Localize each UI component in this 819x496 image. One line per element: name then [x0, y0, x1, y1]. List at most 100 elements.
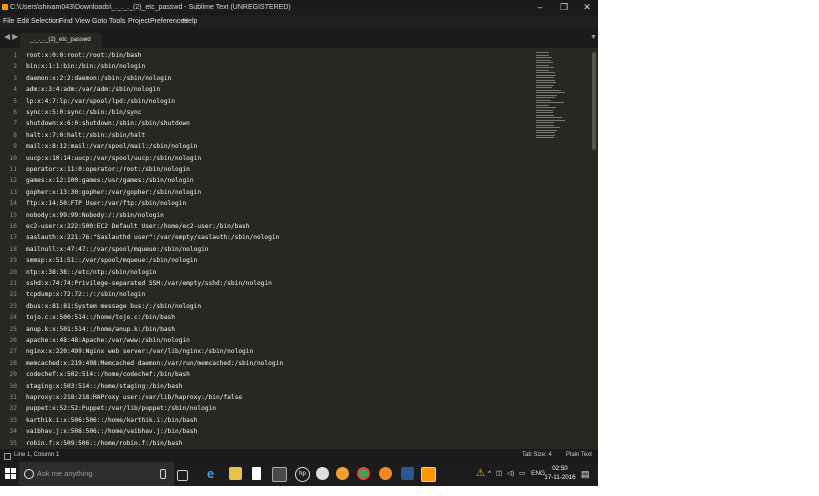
minimap-line [536, 67, 554, 68]
close-button[interactable]: ✕ [576, 0, 598, 15]
minimap-line [536, 69, 549, 71]
code-line[interactable]: nginx:x:220:499:Nginx web server:/var/li… [26, 346, 253, 357]
windows-start-icon[interactable] [5, 468, 17, 480]
code-line[interactable]: haproxy:x:218:218:HAProxy user:/var/lib/… [26, 392, 242, 403]
minimap[interactable] [532, 49, 590, 449]
line-number: 35 [9, 439, 17, 447]
code-line[interactable]: games:x:12:100:games:/usr/games:/sbin/no… [26, 175, 194, 186]
system-clock[interactable]: 02:50 17-11-2016 [543, 465, 577, 482]
menu-goto[interactable]: Goto [92, 15, 107, 28]
code-line[interactable]: smmsp:x:51:51::/var/spool/mqueue:/sbin/n… [26, 255, 197, 266]
code-line[interactable]: anup.k:x:501:514::/home/anup.k:/bin/bash [26, 324, 175, 335]
tab-dropdown-icon[interactable]: ▼ [590, 34, 597, 41]
code-line[interactable]: ftp:x:14:50:FTP User:/var/ftp:/sbin/nolo… [26, 198, 186, 209]
hp-icon[interactable]: hp [295, 467, 310, 482]
minimap-line [536, 64, 549, 66]
line-number: 12 [9, 177, 17, 185]
code-line[interactable]: ec2-user:x:222:500:EC2 Default User:/hom… [26, 221, 250, 232]
code-line[interactable]: lp:x:4:7:lp:/var/spool/lpd:/sbin/nologin [26, 96, 175, 107]
minimap-line [536, 127, 560, 128]
code-line[interactable]: mail:x:8:12:mail:/var/spool/mail:/sbin/n… [26, 141, 197, 152]
battery-icon[interactable]: ▭ [519, 462, 525, 486]
code-line[interactable]: uucp:x:10:14:uucp:/var/spool/uucp:/sbin/… [26, 153, 201, 164]
code-line[interactable]: tojo.c:x:500:514::/home/tojo.c:/bin/bash [26, 312, 175, 323]
tab-nav-arrows-icon[interactable]: ◀▶ [4, 32, 20, 41]
code-line[interactable]: tcpdump:x:72:72::/:/sbin/nologin [26, 289, 145, 300]
code-line[interactable]: memcached:x:219:498:Memcached daemon:/va… [26, 358, 283, 369]
vlc-icon[interactable] [336, 467, 349, 480]
panel-toggle-icon[interactable] [4, 453, 11, 460]
minimap-line [536, 77, 554, 78]
minimap-line [536, 109, 553, 111]
code-line[interactable]: puppet:x:52:52:Puppet:/var/lib/puppet:/s… [26, 403, 216, 414]
action-center-icon[interactable]: ▤ [581, 462, 590, 486]
code-line[interactable]: adm:x:3:4:adm:/var/adm:/sbin/nologin [26, 84, 160, 95]
code-line[interactable]: daemon:x:2:2:daemon:/sbin:/sbin/nologin [26, 73, 171, 84]
syntax-indicator[interactable]: Plain Text [566, 449, 592, 462]
code-line[interactable]: karthik.i:x:506:506::/home/karthik.i:/bi… [26, 415, 197, 426]
chrome-icon[interactable] [357, 467, 370, 480]
store-icon[interactable] [252, 467, 261, 480]
code-line[interactable]: nobody:x:99:99:Nobody:/:/sbin/nologin [26, 210, 164, 221]
warning-icon[interactable]: ⚠ [476, 462, 485, 486]
minimap-line [536, 79, 555, 81]
minimize-button[interactable]: – [529, 0, 551, 15]
minimap-line [536, 92, 565, 93]
code-line[interactable]: apache:x:48:48:Apache:/var/www:/sbin/nol… [26, 335, 190, 346]
code-line[interactable]: codechef:x:502:514::/home/codechef:/bin/… [26, 369, 190, 380]
code-line[interactable]: robin.f:x:509:506::/home/robin.f:/bin/ba… [26, 438, 182, 449]
line-number: 20 [9, 268, 17, 276]
task-view-icon[interactable] [177, 470, 188, 481]
file-explorer-icon[interactable] [229, 467, 242, 480]
code-line[interactable]: shutdown:x:6:0:shutdown:/sbin:/sbin/shut… [26, 118, 190, 129]
menu-file[interactable]: File [3, 15, 14, 28]
menu-help[interactable]: Help [183, 15, 197, 28]
code-line[interactable]: sync:x:5:0:sync:/sbin:/bin/sync [26, 107, 141, 118]
code-line[interactable]: staging:x:503:514::/home/staging:/bin/ba… [26, 381, 182, 392]
firefox-icon[interactable] [379, 467, 392, 480]
code-line[interactable]: vaibhav.j:x:508:506::/home/vaibhav.j:/bi… [26, 426, 197, 437]
line-number: 2 [13, 63, 17, 71]
app-tile-icon[interactable] [272, 467, 287, 482]
code-line[interactable]: bin:x:1:1:bin:/bin:/sbin/nologin [26, 61, 145, 72]
menu-view[interactable]: View [75, 15, 90, 28]
tab-etc-passwd[interactable]: _._._._(2)_etc_passwd × [20, 33, 102, 48]
media-app-icon[interactable] [316, 467, 329, 480]
menu-edit[interactable]: Edit [17, 15, 29, 28]
code-line[interactable]: halt:x:7:0:halt:/sbin:/sbin/halt [26, 130, 145, 141]
line-number: 32 [9, 405, 17, 413]
edge-browser-icon[interactable]: e [207, 467, 220, 480]
code-line[interactable]: operator:x:11:0:operator:/root:/sbin/nol… [26, 164, 190, 175]
sublime-taskbar-icon[interactable] [421, 467, 436, 482]
microphone-icon[interactable] [160, 469, 166, 479]
cortana-search-box[interactable]: Ask me anything [19, 462, 174, 486]
editor-area[interactable]: 1 root:x:0:0:root:/root:/bin/bash 2 bin:x:1… [0, 49, 530, 449]
code-line[interactable]: ntp:x:38:38::/etc/ntp:/sbin/nologin [26, 267, 156, 278]
minimap-line [536, 117, 562, 118]
volume-icon[interactable]: ◁) [507, 462, 514, 486]
menu-selection[interactable]: Selection [31, 15, 60, 28]
code-line[interactable]: root:x:0:0:root:/root:/bin/bash [26, 50, 141, 61]
cortana-icon [24, 469, 34, 479]
menu-find[interactable]: Find [59, 15, 73, 28]
word-icon[interactable] [401, 467, 414, 480]
status-bar: Line 1, Column 1 Tab Size: 4 Plain Text [0, 449, 598, 462]
vertical-scrollbar[interactable] [592, 52, 596, 150]
tab-close-icon[interactable]: × [84, 33, 88, 48]
menu-tools[interactable]: Tools [109, 15, 125, 28]
code-line[interactable]: mailnull:x:47:47::/var/spool/mqueue:/sbi… [26, 244, 209, 255]
code-line[interactable]: gopher:x:13:30:gopher:/var/gopher:/sbin/… [26, 187, 201, 198]
line-number: 4 [13, 86, 17, 94]
network-icon[interactable]: ◫ [496, 462, 502, 486]
maximize-button[interactable]: ❐ [553, 0, 575, 15]
minimap-line [536, 102, 564, 103]
title-bar[interactable]: C:\Users\shivam043\Downloads\_._._._(2)_… [0, 0, 598, 15]
code-line[interactable]: dbus:x:81:81:System message bus:/:/sbin/… [26, 301, 201, 312]
tab-size-indicator[interactable]: Tab Size: 4 [522, 449, 552, 462]
code-line[interactable]: saslauth:x:221:76:"Saslauthd user":/var/… [26, 232, 279, 243]
menu-project[interactable]: Project [128, 15, 150, 28]
show-hidden-icons-icon[interactable]: ^ [488, 462, 491, 486]
code-line[interactable]: sshd:x:74:74:Privilege-separated SSH:/va… [26, 278, 272, 289]
search-placeholder: Ask me anything [37, 469, 93, 478]
line-number: 23 [9, 302, 17, 310]
